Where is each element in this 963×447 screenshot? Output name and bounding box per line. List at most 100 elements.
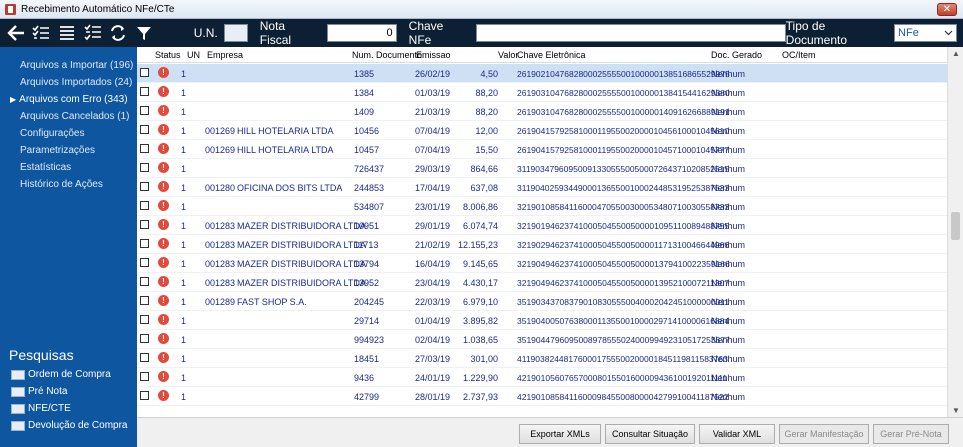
table-row[interactable]: ! 1 001280 OFICINA DOS BITS LTDA 244853 17/04…: [137, 178, 947, 197]
nota-fiscal-input[interactable]: [326, 24, 397, 42]
header-doc-gerado[interactable]: Doc. Gerado: [711, 50, 762, 60]
row-checkbox[interactable]: [140, 258, 149, 267]
header-emissao[interactable]: Emissao: [416, 50, 451, 60]
cell-un: 1: [181, 373, 187, 383]
scroll-thumb[interactable]: [951, 212, 960, 240]
row-checkbox[interactable]: [140, 68, 149, 77]
scroll-up-icon[interactable]: ▲: [952, 49, 960, 58]
table-row[interactable]: ! 1 001269 HILL HOTELARIA LTDA 10457 07/04/19…: [137, 140, 947, 159]
table-row[interactable]: ! 1 534807 23/01/19 8.006,86 3219010858411600…: [137, 197, 947, 216]
sidebar-item-historico-de-acoes[interactable]: Histórico de Ações: [20, 179, 103, 190]
sidebar-item-arquivos-cancelados[interactable]: Arquivos Cancelados (1): [20, 111, 130, 122]
filter-icon[interactable]: [134, 23, 154, 43]
cell-num-documento: 1409: [354, 107, 375, 117]
row-checkbox[interactable]: [140, 125, 149, 134]
header-chave-eletronica[interactable]: Chave Eletrônica: [517, 50, 586, 60]
table-row[interactable]: ! 1 9436 24/01/19 1.229,90 421901056076570008…: [137, 368, 947, 387]
row-checkbox[interactable]: [140, 87, 149, 96]
header-empresa[interactable]: Empresa: [207, 50, 243, 60]
header-un[interactable]: UN: [187, 50, 200, 60]
cell-doc-gerado: Nenhum: [711, 145, 746, 155]
cell-empresa-codigo: 001283: [205, 259, 236, 269]
cell-empresa: OFICINA DOS BITS LTDA: [237, 183, 343, 193]
header-num-documento[interactable]: Num. Documento: [352, 50, 422, 60]
cell-un: 1: [181, 164, 187, 174]
table-row[interactable]: ! 1 29714 01/04/19 3.895,82 35190400507638000…: [137, 311, 947, 330]
chave-nfe-input[interactable]: [476, 24, 786, 42]
close-button[interactable]: ✕: [937, 3, 957, 16]
row-checkbox[interactable]: [140, 334, 149, 343]
error-status-icon: !: [158, 257, 169, 268]
cell-doc-gerado: Nenhum: [711, 183, 746, 193]
table-row[interactable]: ! 1 726437 29/03/19 864,66 311903479609500913…: [137, 159, 947, 178]
row-checkbox[interactable]: [140, 201, 149, 210]
row-checkbox[interactable]: [140, 296, 149, 305]
cell-empresa-codigo: 001283: [205, 221, 236, 231]
title-bar: Recebimento Automático NFe/CTe ✕: [0, 0, 963, 19]
sidebar-item-estatisticas[interactable]: Estatísticas: [20, 162, 71, 173]
row-checkbox[interactable]: [140, 372, 149, 381]
table-row[interactable]: ! 1 42799 28/01/19 2.737,93 42190108584116000…: [137, 387, 947, 406]
sidebar-item-arquivos-a-importar[interactable]: Arquivos a Importar (196): [20, 60, 133, 71]
cell-num-documento: 42799: [354, 392, 380, 402]
pesquisa-pre-nota[interactable]: Pré Nota: [11, 386, 67, 397]
table-row[interactable]: ! 1 001283 MAZER DISTRIBUIDORA LTDA 11713 21/…: [137, 235, 947, 254]
pesquisa-nfe-cte[interactable]: NFE/CTE: [11, 403, 71, 414]
sidebar-item-arquivos-importados[interactable]: Arquivos Importados (24): [20, 77, 132, 88]
row-checkbox[interactable]: [140, 353, 149, 362]
active-arrow-icon: ▶: [10, 95, 17, 104]
header-status[interactable]: Status: [155, 50, 181, 60]
back-arrow-icon[interactable]: [6, 23, 26, 43]
gerar-pre-nota-button[interactable]: Gerar Pré-Nota: [873, 424, 949, 444]
gerar-manifestacao-button[interactable]: Gerar Manifestação: [779, 424, 869, 444]
sidebar-item-configuracoes[interactable]: Configurações: [20, 128, 84, 139]
checklist-select-icon[interactable]: [83, 23, 103, 43]
vertical-scrollbar[interactable]: ▲ ▼: [947, 47, 963, 417]
cell-emissao: 22/03/19: [415, 297, 451, 307]
validar-xml-button[interactable]: Validar XML: [699, 424, 775, 444]
row-checkbox[interactable]: [140, 106, 149, 115]
tipo-documento-select[interactable]: NFe: [894, 24, 957, 42]
row-checkbox[interactable]: [140, 163, 149, 172]
error-status-icon: !: [158, 219, 169, 230]
un-input[interactable]: [223, 24, 248, 42]
table-row[interactable]: ! 1 1384 01/03/19 88,20 261903104768280002555…: [137, 83, 947, 102]
pesquisa-ordem-de-compra[interactable]: Ordem de Compra: [11, 369, 111, 380]
table-row[interactable]: ! 1 001289 FAST SHOP S.A. 204245 22/03/19 6.97…: [137, 292, 947, 311]
table-row[interactable]: ! 1 1385 26/02/19 4,50 2619021047682800025555…: [137, 64, 947, 83]
cell-emissao: 29/01/19: [415, 221, 451, 231]
sidebar-item-parametrizacoes[interactable]: Parametrizações: [20, 145, 95, 156]
pesquisa-devolucao-de-compra[interactable]: Devolução de Compra: [11, 420, 128, 431]
row-checkbox[interactable]: [140, 315, 149, 324]
row-checkbox[interactable]: [140, 277, 149, 286]
consultar-situacao-button[interactable]: Consultar Situação: [605, 424, 695, 444]
sidebar-item-arquivos-com-erro[interactable]: ▶ Arquivos com Erro (343): [10, 94, 128, 105]
row-checkbox[interactable]: [140, 182, 149, 191]
row-checkbox[interactable]: [140, 239, 149, 248]
error-status-icon: !: [158, 143, 169, 154]
table-row[interactable]: ! 1 18451 27/03/19 301,00 4119038244817600017…: [137, 349, 947, 368]
cell-emissao: 01/03/19: [415, 88, 451, 98]
checklist-icon[interactable]: [32, 23, 52, 43]
error-status-icon: !: [158, 124, 169, 135]
exportar-xmls-button[interactable]: Exportar XMLs: [519, 424, 601, 444]
cell-un: 1: [181, 240, 187, 250]
table-row[interactable]: ! 1 994923 02/04/19 1.038,65 3519044796095008…: [137, 330, 947, 349]
refresh-icon[interactable]: [109, 23, 129, 43]
table-row[interactable]: ! 1 001269 HILL HOTELARIA LTDA 10456 07/04/19…: [137, 121, 947, 140]
chevron-down-icon: [944, 30, 953, 36]
row-checkbox[interactable]: [140, 144, 149, 153]
cell-chave-eletronica: 2619031047682800025555001000001409162668…: [517, 107, 730, 117]
row-checkbox[interactable]: [140, 391, 149, 400]
table-row[interactable]: ! 1 1409 21/03/19 88,20 261903104768280002555…: [137, 102, 947, 121]
header-oc-item[interactable]: OC/Item: [782, 50, 816, 60]
scroll-down-icon[interactable]: ▼: [952, 406, 960, 415]
row-checkbox[interactable]: [140, 220, 149, 229]
header-valor[interactable]: Valor: [498, 50, 518, 60]
list-icon[interactable]: [57, 23, 77, 43]
error-status-icon: !: [158, 314, 169, 325]
table-row[interactable]: ! 1 001283 MAZER DISTRIBUIDORA LTDA 13952 23/…: [137, 273, 947, 292]
table-row[interactable]: ! 1 001283 MAZER DISTRIBUIDORA LTDA 13794 16/…: [137, 254, 947, 273]
cell-un: 1: [181, 335, 187, 345]
table-row[interactable]: ! 1 001283 MAZER DISTRIBUIDORA LTDA 10951 29/…: [137, 216, 947, 235]
